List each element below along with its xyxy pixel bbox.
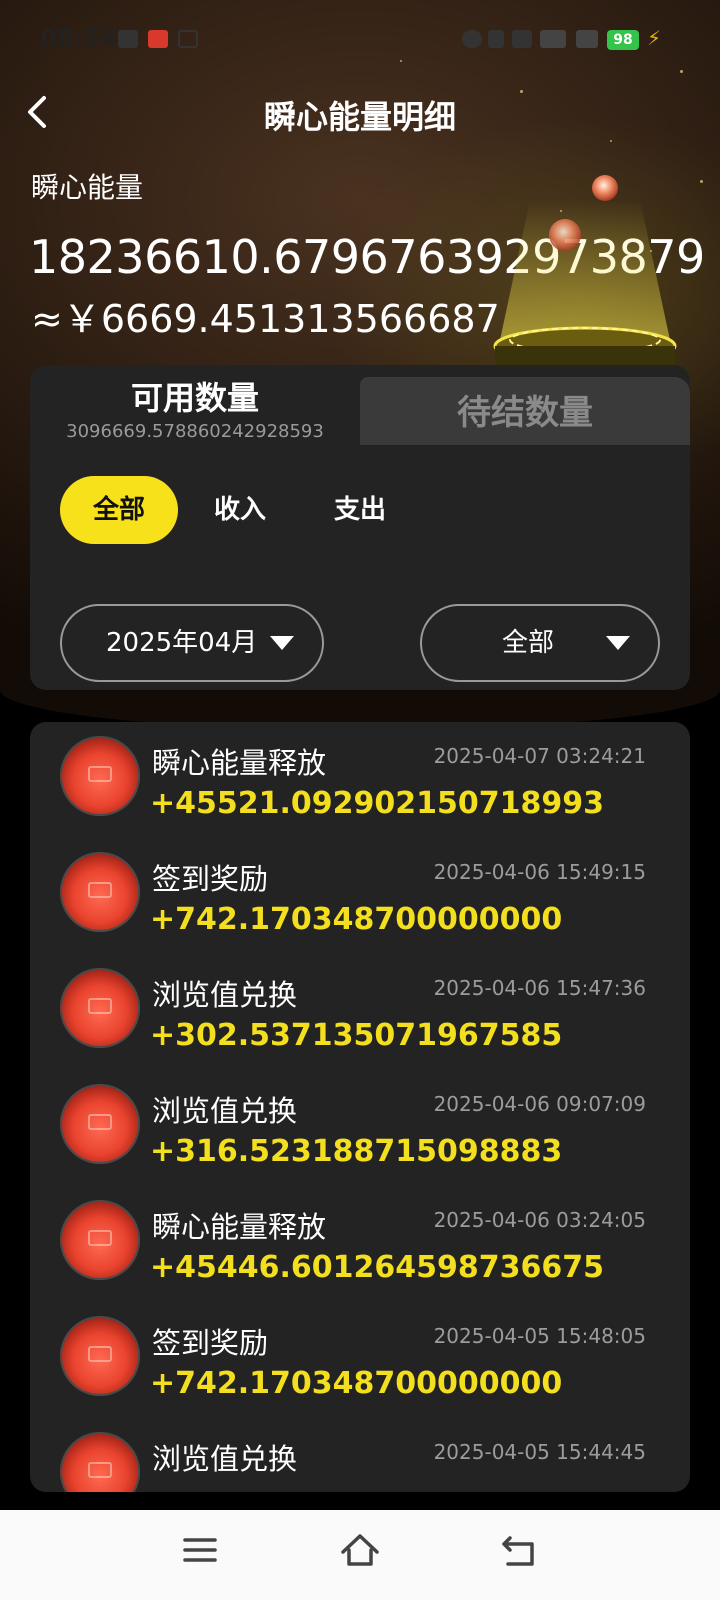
red-orb-icon: [60, 1316, 140, 1396]
energy-pedestal-illustration: [493, 175, 677, 366]
transaction-time: 2025-04-06 09:07:09: [433, 1092, 646, 1116]
transaction-row[interactable]: 浏览值兑换 2025-04-06 15:47:36 +302.537135071…: [30, 954, 690, 1072]
home-icon: [341, 1534, 379, 1566]
red-orb-icon: [60, 852, 140, 932]
battery-indicator: 98: [607, 30, 639, 50]
page-title: 瞬心能量明细: [263, 98, 456, 136]
notification-icon: [118, 30, 138, 48]
caret-down-icon: [606, 636, 630, 650]
tab-available[interactable]: 可用数量 3096669.578860242928593: [30, 365, 360, 445]
menu-icon: [183, 1538, 217, 1562]
transaction-time: 2025-04-06 03:24:05: [433, 1208, 646, 1232]
tab-pending[interactable]: 待结数量: [360, 377, 690, 445]
screen: 08:54 98 ⚡ 瞬心能量明细 瞬心能量 18236610.67967639…: [0, 0, 720, 1600]
transaction-time: 2025-04-06 15:47:36: [433, 976, 646, 1000]
transaction-amount: +316.523188715098883: [150, 1134, 563, 1169]
transaction-row[interactable]: 浏览值兑换 2025-04-05 15:44:45: [30, 1418, 690, 1492]
menu-button[interactable]: [180, 1530, 220, 1570]
nav-back-button[interactable]: [500, 1530, 540, 1570]
red-orb-icon: [60, 736, 140, 816]
transaction-row[interactable]: 浏览值兑换 2025-04-06 09:07:09 +316.523188715…: [30, 1070, 690, 1188]
transaction-amount: +45446.601264598736675: [150, 1250, 605, 1285]
transaction-title: 浏览值兑换: [152, 1094, 298, 1128]
transaction-list[interactable]: 瞬心能量释放 2025-04-07 03:24:21 +45521.092902…: [30, 722, 690, 1492]
filter-chip-all[interactable]: 全部: [60, 476, 178, 544]
system-nav-bar: [0, 1510, 720, 1600]
energy-label: 瞬心能量: [31, 171, 144, 204]
red-orb-icon: [60, 1084, 140, 1164]
star: [610, 140, 612, 142]
red-orb-icon: [60, 1432, 140, 1492]
transaction-time: 2025-04-06 15:49:15: [433, 860, 646, 884]
status-time: 08:54: [40, 24, 117, 52]
red-orb-icon: [60, 1200, 140, 1280]
signal-wave-icon: [178, 30, 198, 48]
transaction-title: 签到奖励: [152, 1326, 269, 1360]
star: [680, 70, 683, 73]
tab-available-count: 3096669.578860242928593: [66, 421, 324, 442]
mute-icon: [488, 30, 504, 48]
transaction-amount: +742.170348700000000: [150, 902, 563, 937]
energy-cny-value: ≈￥6669.451313566687: [31, 297, 500, 341]
transaction-title: 浏览值兑换: [152, 1442, 298, 1476]
transaction-amount: +45521.092902150718993: [150, 786, 605, 821]
month-select-value: 2025年04月: [106, 628, 258, 658]
transaction-time: 2025-04-05 15:44:45: [433, 1440, 646, 1464]
filter-chip-income[interactable]: 收入: [190, 476, 290, 544]
back-icon: [502, 1536, 534, 1566]
home-button[interactable]: [340, 1530, 380, 1570]
transaction-time: 2025-04-05 15:48:05: [433, 1324, 646, 1348]
cellular-signal-icon: [540, 30, 566, 48]
star: [700, 180, 703, 183]
caret-down-icon: [270, 636, 294, 650]
star: [400, 60, 402, 62]
transaction-row[interactable]: 瞬心能量释放 2025-04-07 03:24:21 +45521.092902…: [30, 722, 690, 840]
type-select-value: 全部: [502, 628, 555, 658]
status-bar: 08:54 98 ⚡: [0, 22, 720, 58]
filter-chip-expense[interactable]: 支出: [310, 476, 410, 544]
charging-icon: ⚡: [647, 26, 662, 50]
tab-pending-label: 待结数量: [457, 393, 593, 433]
transaction-row[interactable]: 签到奖励 2025-04-05 15:48:05 +742.1703487000…: [30, 1302, 690, 1420]
transaction-amount: +742.170348700000000: [150, 1366, 563, 1401]
transaction-time: 2025-04-07 03:24:21: [433, 744, 646, 768]
hd-icon: [512, 30, 532, 48]
app-icon: [148, 30, 168, 48]
transaction-title: 浏览值兑换: [152, 978, 298, 1012]
red-orb-icon: [60, 968, 140, 1048]
transaction-title: 签到奖励: [152, 862, 269, 896]
alarm-icon: [462, 30, 482, 48]
transaction-title: 瞬心能量释放: [152, 1210, 327, 1244]
transaction-row[interactable]: 签到奖励 2025-04-06 15:49:15 +742.1703487000…: [30, 838, 690, 956]
transaction-row[interactable]: 瞬心能量释放 2025-04-06 03:24:05 +45446.601264…: [30, 1186, 690, 1304]
tab-available-label: 可用数量: [130, 379, 259, 417]
transaction-amount: +302.537135071967585: [150, 1018, 563, 1053]
month-select[interactable]: 2025年04月: [60, 604, 324, 682]
transaction-title: 瞬心能量释放: [152, 746, 327, 780]
type-select[interactable]: 全部: [420, 604, 660, 682]
wifi-icon: [576, 30, 598, 48]
